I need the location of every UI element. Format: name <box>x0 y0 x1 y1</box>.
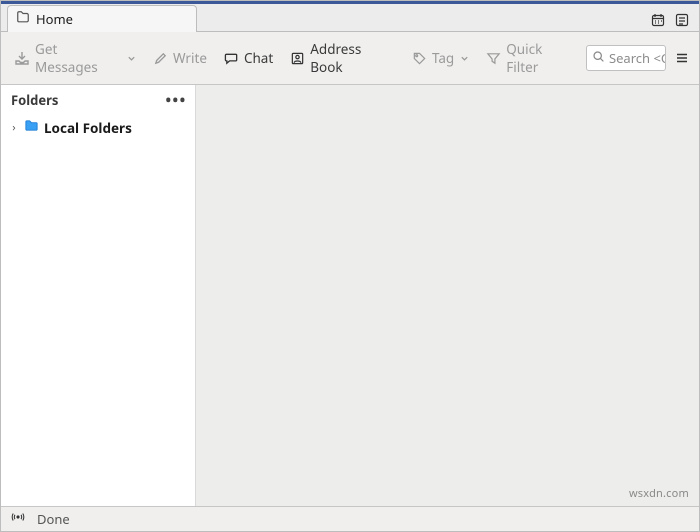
calendar-button[interactable] <box>647 9 669 31</box>
quick-filter-label: Quick Filter <box>506 40 576 76</box>
folder-pane-header: Folders ••• <box>1 85 195 114</box>
pencil-icon <box>153 51 168 66</box>
app-window: Home Get Messages <box>0 0 700 532</box>
folder-pane-options-button[interactable]: ••• <box>166 91 187 109</box>
content-area <box>196 85 699 506</box>
tag-icon <box>412 51 427 66</box>
tasks-button[interactable] <box>671 9 693 31</box>
chat-icon <box>224 51 239 66</box>
tag-button[interactable]: Tag <box>405 45 476 71</box>
chevron-right-icon[interactable]: › <box>9 120 19 135</box>
address-book-label: Address Book <box>310 40 395 76</box>
tab-home[interactable]: Home <box>7 5 197 32</box>
search-input[interactable]: Search <C <box>586 45 667 71</box>
address-book-icon <box>290 51 305 66</box>
tab-label: Home <box>36 10 73 28</box>
folder-icon <box>24 118 39 137</box>
search-icon <box>592 49 605 67</box>
main-toolbar: Get Messages Write Chat <box>1 32 699 85</box>
home-tab-icon <box>16 10 30 28</box>
app-menu-button[interactable] <box>671 47 693 69</box>
tree-item-label: Local Folders <box>44 119 132 137</box>
chevron-down-icon <box>460 54 469 63</box>
address-book-button[interactable]: Address Book <box>283 36 402 80</box>
folder-pane: Folders ••• › Local Folders <box>1 85 196 506</box>
tab-strip: Home <box>1 1 699 32</box>
quick-filter-button[interactable]: Quick Filter <box>479 36 583 80</box>
tree-item-local-folders[interactable]: › Local Folders <box>7 116 189 139</box>
folder-pane-title: Folders <box>11 91 58 109</box>
status-text: Done <box>37 510 70 528</box>
chevron-down-icon <box>127 54 136 63</box>
filter-icon <box>486 51 501 66</box>
inbox-download-icon <box>14 50 30 66</box>
tag-label: Tag <box>432 49 454 67</box>
search-placeholder: Search <C <box>609 49 667 67</box>
folder-tree[interactable]: › Local Folders <box>1 114 195 141</box>
get-messages-button[interactable]: Get Messages <box>7 36 143 80</box>
write-label: Write <box>173 49 207 67</box>
main-body: Folders ••• › Local Folders <box>1 85 699 506</box>
chat-button[interactable]: Chat <box>217 45 280 71</box>
status-bar: Done <box>1 506 699 531</box>
write-button[interactable]: Write <box>146 45 214 71</box>
watermark: wsxdn.com <box>629 486 689 501</box>
online-status-icon[interactable] <box>11 510 25 528</box>
get-messages-label: Get Messages <box>35 40 121 76</box>
chat-label: Chat <box>244 49 273 67</box>
